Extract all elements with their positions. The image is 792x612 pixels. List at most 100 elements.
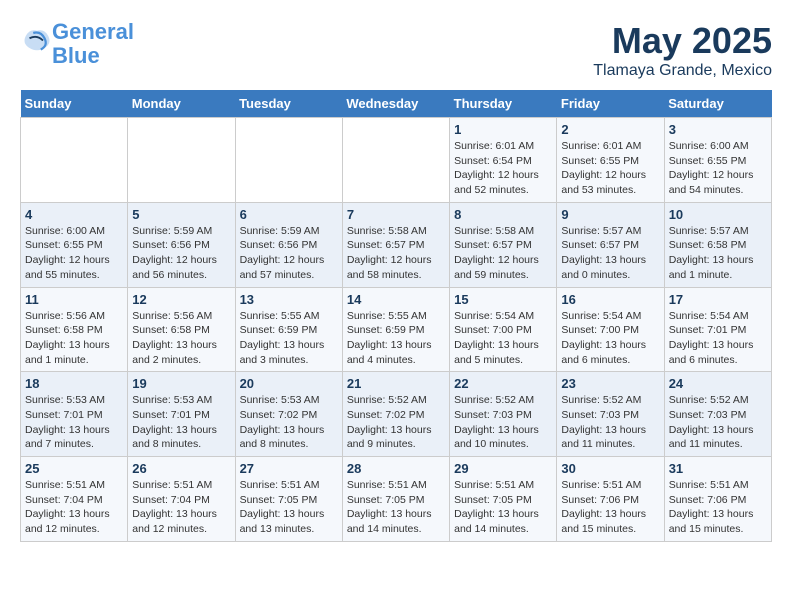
- day-detail: Sunrise: 6:01 AM Sunset: 6:54 PM Dayligh…: [454, 139, 552, 198]
- day-number: 3: [669, 122, 767, 137]
- day-number: 23: [561, 376, 659, 391]
- calendar-cell: 19 Sunrise: 5:53 AM Sunset: 7:01 PM Dayli…: [128, 372, 235, 457]
- calendar-cell: 18Sunrise: 5:53 AM Sunset: 7:01 PM Dayli…: [21, 372, 128, 457]
- day-number: 10: [669, 207, 767, 222]
- logo-icon: [22, 27, 52, 57]
- day-detail: Sunrise: 5:52 AM Sunset: 7:02 PM Dayligh…: [347, 393, 445, 452]
- day-of-week-header: Thursday: [450, 90, 557, 118]
- day-detail: Sunrise: 5:52 AM Sunset: 7:03 PM Dayligh…: [454, 393, 552, 452]
- calendar-cell: 12 Sunrise: 5:56 AM Sunset: 6:58 PM Dayli…: [128, 287, 235, 372]
- day-detail: Sunrise: 5:58 AM Sunset: 6:57 PM Dayligh…: [454, 224, 552, 283]
- day-number: 31: [669, 461, 767, 476]
- day-detail: Sunrise: 5:52 AM Sunset: 7:03 PM Dayligh…: [561, 393, 659, 452]
- day-number: 14: [347, 292, 445, 307]
- calendar-week-row: 18Sunrise: 5:53 AM Sunset: 7:01 PM Dayli…: [21, 372, 772, 457]
- day-number: 29: [454, 461, 552, 476]
- calendar-cell: 25 Sunrise: 5:51 AM Sunset: 7:04 PM Dayli…: [21, 457, 128, 542]
- calendar-cell: [342, 118, 449, 203]
- calendar-cell: [235, 118, 342, 203]
- day-number: 7: [347, 207, 445, 222]
- title-block: May 2025 Tlamaya Grande, Mexico: [593, 20, 772, 80]
- day-detail: Sunrise: 5:52 AM Sunset: 7:03 PM Dayligh…: [669, 393, 767, 452]
- day-number: 27: [240, 461, 338, 476]
- calendar-cell: 7 Sunrise: 5:58 AM Sunset: 6:57 PM Daylig…: [342, 202, 449, 287]
- calendar-cell: 14 Sunrise: 5:55 AM Sunset: 6:59 PM Dayli…: [342, 287, 449, 372]
- calendar-cell: 17 Sunrise: 5:54 AM Sunset: 7:01 PM Dayli…: [664, 287, 771, 372]
- calendar-cell: 5 Sunrise: 5:59 AM Sunset: 6:56 PM Daylig…: [128, 202, 235, 287]
- day-number: 25: [25, 461, 123, 476]
- day-number: 1: [454, 122, 552, 137]
- day-detail: Sunrise: 5:51 AM Sunset: 7:05 PM Dayligh…: [347, 478, 445, 537]
- day-detail: Sunrise: 5:55 AM Sunset: 6:59 PM Dayligh…: [347, 309, 445, 368]
- calendar-cell: 2Sunrise: 6:01 AM Sunset: 6:55 PM Daylig…: [557, 118, 664, 203]
- day-number: 9: [561, 207, 659, 222]
- day-detail: Sunrise: 5:55 AM Sunset: 6:59 PM Dayligh…: [240, 309, 338, 368]
- calendar-header: SundayMondayTuesdayWednesdayThursdayFrid…: [21, 90, 772, 118]
- calendar-cell: 24Sunrise: 5:52 AM Sunset: 7:03 PM Dayli…: [664, 372, 771, 457]
- day-detail: Sunrise: 5:51 AM Sunset: 7:04 PM Dayligh…: [25, 478, 123, 537]
- calendar-cell: 4Sunrise: 6:00 AM Sunset: 6:55 PM Daylig…: [21, 202, 128, 287]
- day-of-week-header: Tuesday: [235, 90, 342, 118]
- day-number: 21: [347, 376, 445, 391]
- calendar-cell: [128, 118, 235, 203]
- logo: General Blue: [20, 20, 134, 68]
- day-detail: Sunrise: 6:00 AM Sunset: 6:55 PM Dayligh…: [25, 224, 123, 283]
- day-number: 8: [454, 207, 552, 222]
- day-detail: Sunrise: 5:58 AM Sunset: 6:57 PM Dayligh…: [347, 224, 445, 283]
- day-number: 30: [561, 461, 659, 476]
- day-detail: Sunrise: 5:57 AM Sunset: 6:57 PM Dayligh…: [561, 224, 659, 283]
- calendar-cell: 26Sunrise: 5:51 AM Sunset: 7:04 PM Dayli…: [128, 457, 235, 542]
- calendar-cell: 9 Sunrise: 5:57 AM Sunset: 6:57 PM Daylig…: [557, 202, 664, 287]
- day-detail: Sunrise: 6:01 AM Sunset: 6:55 PM Dayligh…: [561, 139, 659, 198]
- calendar-cell: 6 Sunrise: 5:59 AM Sunset: 6:56 PM Daylig…: [235, 202, 342, 287]
- calendar-cell: 8 Sunrise: 5:58 AM Sunset: 6:57 PM Daylig…: [450, 202, 557, 287]
- page-header: General Blue May 2025 Tlamaya Grande, Me…: [20, 20, 772, 80]
- day-number: 17: [669, 292, 767, 307]
- day-number: 22: [454, 376, 552, 391]
- day-detail: Sunrise: 5:53 AM Sunset: 7:01 PM Dayligh…: [132, 393, 230, 452]
- day-number: 5: [132, 207, 230, 222]
- day-detail: Sunrise: 5:51 AM Sunset: 7:06 PM Dayligh…: [561, 478, 659, 537]
- calendar-week-row: 4Sunrise: 6:00 AM Sunset: 6:55 PM Daylig…: [21, 202, 772, 287]
- calendar-cell: 27 Sunrise: 5:51 AM Sunset: 7:05 PM Dayli…: [235, 457, 342, 542]
- calendar-cell: 13 Sunrise: 5:55 AM Sunset: 6:59 PM Dayli…: [235, 287, 342, 372]
- days-of-week-row: SundayMondayTuesdayWednesdayThursdayFrid…: [21, 90, 772, 118]
- calendar-week-row: 11 Sunrise: 5:56 AM Sunset: 6:58 PM Dayli…: [21, 287, 772, 372]
- logo-text: General Blue: [52, 20, 134, 68]
- calendar-cell: 29Sunrise: 5:51 AM Sunset: 7:05 PM Dayli…: [450, 457, 557, 542]
- calendar-cell: 23 Sunrise: 5:52 AM Sunset: 7:03 PM Dayli…: [557, 372, 664, 457]
- day-detail: Sunrise: 5:56 AM Sunset: 6:58 PM Dayligh…: [132, 309, 230, 368]
- day-detail: Sunrise: 5:56 AM Sunset: 6:58 PM Dayligh…: [25, 309, 123, 368]
- day-number: 19: [132, 376, 230, 391]
- calendar-cell: 11 Sunrise: 5:56 AM Sunset: 6:58 PM Dayli…: [21, 287, 128, 372]
- day-detail: Sunrise: 5:59 AM Sunset: 6:56 PM Dayligh…: [240, 224, 338, 283]
- day-detail: Sunrise: 5:51 AM Sunset: 7:05 PM Dayligh…: [240, 478, 338, 537]
- day-detail: Sunrise: 5:59 AM Sunset: 6:56 PM Dayligh…: [132, 224, 230, 283]
- calendar-cell: 21 Sunrise: 5:52 AM Sunset: 7:02 PM Dayli…: [342, 372, 449, 457]
- calendar-cell: 1 Sunrise: 6:01 AM Sunset: 6:54 PM Daylig…: [450, 118, 557, 203]
- day-number: 26: [132, 461, 230, 476]
- day-detail: Sunrise: 5:54 AM Sunset: 7:01 PM Dayligh…: [669, 309, 767, 368]
- day-number: 15: [454, 292, 552, 307]
- day-number: 28: [347, 461, 445, 476]
- day-detail: Sunrise: 5:57 AM Sunset: 6:58 PM Dayligh…: [669, 224, 767, 283]
- calendar-table: SundayMondayTuesdayWednesdayThursdayFrid…: [20, 90, 772, 542]
- calendar-week-row: 25 Sunrise: 5:51 AM Sunset: 7:04 PM Dayli…: [21, 457, 772, 542]
- calendar-cell: 31Sunrise: 5:51 AM Sunset: 7:06 PM Dayli…: [664, 457, 771, 542]
- day-of-week-header: Saturday: [664, 90, 771, 118]
- day-detail: Sunrise: 5:54 AM Sunset: 7:00 PM Dayligh…: [561, 309, 659, 368]
- day-number: 12: [132, 292, 230, 307]
- calendar-cell: 28 Sunrise: 5:51 AM Sunset: 7:05 PM Dayli…: [342, 457, 449, 542]
- day-number: 6: [240, 207, 338, 222]
- day-detail: Sunrise: 6:00 AM Sunset: 6:55 PM Dayligh…: [669, 139, 767, 198]
- day-of-week-header: Sunday: [21, 90, 128, 118]
- subtitle: Tlamaya Grande, Mexico: [593, 62, 772, 80]
- calendar-cell: 22 Sunrise: 5:52 AM Sunset: 7:03 PM Dayli…: [450, 372, 557, 457]
- day-number: 13: [240, 292, 338, 307]
- day-number: 11: [25, 292, 123, 307]
- day-number: 20: [240, 376, 338, 391]
- day-detail: Sunrise: 5:54 AM Sunset: 7:00 PM Dayligh…: [454, 309, 552, 368]
- day-of-week-header: Wednesday: [342, 90, 449, 118]
- day-of-week-header: Monday: [128, 90, 235, 118]
- calendar-body: 1 Sunrise: 6:01 AM Sunset: 6:54 PM Daylig…: [21, 118, 772, 542]
